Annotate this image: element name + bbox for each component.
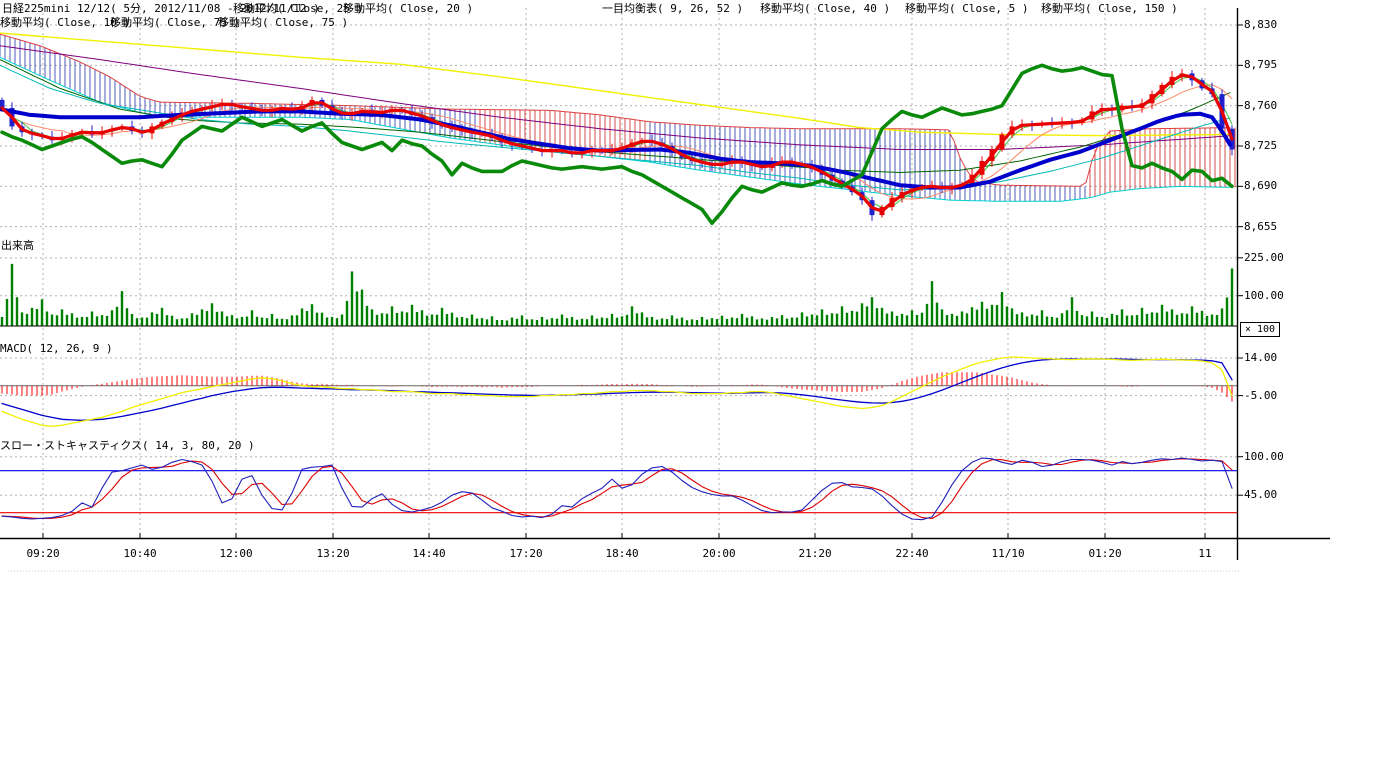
indicator-legend-label[interactable]: 移動平均( Close, 5 ) xyxy=(905,3,1028,15)
indicator-legend-label[interactable]: 移動平均( Close, 40 ) xyxy=(760,3,890,15)
indicator-legend-label[interactable]: 一目均衡表( 9, 26, 52 ) xyxy=(602,3,743,15)
stoch-percent-k-line xyxy=(2,458,1232,520)
time-axis-label: 13:20 xyxy=(317,548,350,560)
volume-multiplier-badge: × 100 xyxy=(1240,322,1280,337)
indicator-legend-label[interactable]: 移動平均( Close, 75 ) xyxy=(218,17,348,29)
macd-signal-line xyxy=(2,359,1232,420)
macd-axis-label: -5.00 xyxy=(1244,390,1277,402)
macd-panel-title: MACD( 12, 26, 9 ) xyxy=(0,343,113,355)
stoch-axis-label: 45.00 xyxy=(1244,489,1277,501)
time-axis-label: 17:20 xyxy=(510,548,543,560)
price-axis-label: 8,725 xyxy=(1244,140,1277,152)
chart-canvas[interactable] xyxy=(0,0,1392,768)
time-axis-label: 18:40 xyxy=(606,548,639,560)
stochastics-panel-title: スロー・ストキャスティクス( 14, 3, 80, 20 ) xyxy=(0,440,255,452)
time-axis-label: 20:00 xyxy=(703,548,736,560)
macd-line xyxy=(2,357,1232,426)
price-axis-label: 8,655 xyxy=(1244,221,1277,233)
time-axis-label: 14:40 xyxy=(413,548,446,560)
ma-10-line xyxy=(2,77,1232,208)
time-axis-label: 09:20 xyxy=(27,548,60,560)
indicator-legend-label[interactable]: 移動平均( Close, 20 ) xyxy=(343,3,473,15)
time-axis-label: 11 xyxy=(1198,548,1211,560)
ma-5-line xyxy=(2,75,1232,211)
macd-axis-label: 14.00 xyxy=(1244,352,1277,364)
stoch-percent-d-line xyxy=(2,459,1232,519)
price-axis-label: 8,690 xyxy=(1244,180,1277,192)
volume-panel-title: 出来高 xyxy=(1,240,34,252)
volume-axis-label: 225.00 xyxy=(1244,252,1284,264)
time-axis-label: 21:20 xyxy=(799,548,832,560)
time-axis-label: 12:00 xyxy=(220,548,253,560)
volume-axis-label: 100.00 xyxy=(1244,290,1284,302)
indicator-legend-label[interactable]: 移動平均( Close, 150 ) xyxy=(1041,3,1178,15)
time-axis-label: 10:40 xyxy=(124,548,157,560)
price-axis-label: 8,795 xyxy=(1244,59,1277,71)
ma-20-line xyxy=(2,85,1232,199)
price-axis-label: 8,830 xyxy=(1244,19,1277,31)
chart-window: 日経225mini 12/12( 5分, 2012/11/08 - 2012/1… xyxy=(0,0,1392,768)
time-axis-label: 11/10 xyxy=(992,548,1025,560)
time-axis-label: 22:40 xyxy=(896,548,929,560)
stoch-axis-label: 100.00 xyxy=(1244,451,1284,463)
price-axis-label: 8,760 xyxy=(1244,100,1277,112)
ichimoku-lagging-span-line xyxy=(2,65,1232,223)
time-axis-label: 01:20 xyxy=(1089,548,1122,560)
